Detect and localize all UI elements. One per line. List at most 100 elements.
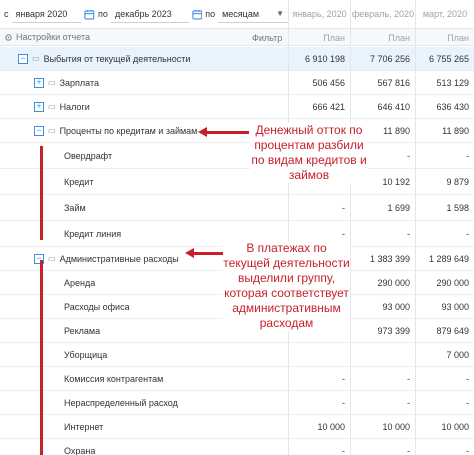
- column-divider: [350, 28, 351, 455]
- value-cell[interactable]: 646 410: [352, 95, 410, 118]
- value-cell[interactable]: 93 000: [352, 295, 410, 318]
- calendar-icon[interactable]: [191, 9, 203, 20]
- folder-icon: ▭: [48, 78, 56, 87]
- row-label: Кредит линия: [64, 228, 122, 239]
- report-settings-label: Настройки отчета: [16, 32, 90, 42]
- folder-icon: ▭: [48, 254, 56, 263]
- value-cell[interactable]: 10 000: [417, 415, 469, 438]
- value-cell[interactable]: 666 421: [290, 95, 345, 118]
- column-header-month-2: февраль, 2020: [350, 0, 415, 28]
- row-label: Зарплата: [59, 77, 99, 88]
- table-row[interactable]: Комиссия контрагентам - - -: [0, 367, 474, 391]
- value-cell[interactable]: 9 879: [417, 169, 469, 194]
- collapse-icon[interactable]: −: [34, 125, 44, 136]
- value-cell[interactable]: 290 000: [352, 271, 410, 294]
- to-month-select[interactable]: декабрь 2023: [110, 5, 189, 23]
- value-cell[interactable]: -: [352, 439, 410, 455]
- row-label: Расходы офиса: [64, 301, 130, 312]
- collapse-icon[interactable]: −: [18, 53, 28, 64]
- column-header-month-1: январь, 2020: [288, 0, 350, 28]
- expand-icon[interactable]: +: [34, 101, 44, 112]
- value-cell[interactable]: 1 383 399: [352, 247, 410, 270]
- calendar-icon[interactable]: [84, 9, 95, 20]
- row-label: Уборщица: [64, 349, 108, 360]
- table-row[interactable]: Охрана - - -: [0, 439, 474, 455]
- value-cell[interactable]: 6 910 198: [290, 47, 345, 70]
- row-label: Выбытия от текущей деятельности: [43, 53, 191, 64]
- from-month-select[interactable]: января 2020: [11, 5, 82, 23]
- column-divider: [415, 28, 416, 455]
- value-cell[interactable]: 6 755 265: [417, 47, 469, 70]
- filter-column-label[interactable]: Фильтр: [252, 33, 282, 43]
- row-name-cell: + ▭ Зарплата: [34, 71, 99, 94]
- value-cell[interactable]: 290 000: [417, 271, 469, 294]
- value-cell[interactable]: 973 399: [352, 319, 410, 342]
- value-cell[interactable]: [352, 343, 410, 366]
- row-name-cell: Комиссия контрагентам: [64, 367, 163, 390]
- column-month-label: март, 2020: [422, 9, 468, 19]
- value-cell[interactable]: 11 890: [417, 119, 469, 142]
- row-name-cell: Уборщица: [64, 343, 107, 366]
- column-month-label: февраль, 2020: [351, 9, 415, 19]
- value-cell[interactable]: 513 129: [417, 71, 469, 94]
- row-name-cell: Реклама: [64, 319, 100, 342]
- value-cell[interactable]: -: [352, 367, 410, 390]
- table-row[interactable]: Нераспределенный расход - - -: [0, 391, 474, 415]
- row-name-cell: − ▭ Административные расходы: [34, 247, 179, 270]
- value-cell[interactable]: 506 456: [290, 71, 345, 94]
- value-cell[interactable]: [290, 343, 345, 366]
- value-cell[interactable]: -: [417, 439, 469, 455]
- folder-icon: ▭: [48, 102, 56, 111]
- table-row[interactable]: Овердрафт---: [0, 143, 474, 169]
- value-cell[interactable]: 1 699: [352, 195, 410, 220]
- annotation-bracket-interest: [40, 146, 43, 240]
- row-name-cell: − ▭ Проценты по кредитам и займам: [34, 119, 197, 142]
- value-cell[interactable]: -: [352, 391, 410, 414]
- row-label: Аренда: [64, 277, 96, 288]
- table-row[interactable]: + ▭ Зарплата 506 456 567 816 513 129: [0, 71, 474, 95]
- row-label: Интернет: [64, 421, 104, 432]
- value-cell[interactable]: 7 000: [417, 343, 469, 366]
- folder-icon: ▭: [48, 126, 56, 135]
- value-cell[interactable]: 567 816: [352, 71, 410, 94]
- folder-icon: ▭: [32, 54, 40, 63]
- table-row[interactable]: − ▭ Выбытия от текущей деятельности 6 910 1…: [0, 47, 474, 71]
- granularity-select[interactable]: месяцам ▼: [218, 5, 289, 23]
- row-label: Реклама: [64, 325, 101, 336]
- value-cell[interactable]: -: [352, 221, 410, 246]
- arrow-left-icon: [185, 248, 194, 258]
- value-cell[interactable]: -: [417, 143, 469, 168]
- value-cell[interactable]: 10 000: [352, 415, 410, 438]
- value-cell[interactable]: 636 430: [417, 95, 469, 118]
- table-row[interactable]: + ▭ Налоги 666 421 646 410 636 430: [0, 95, 474, 119]
- value-cell[interactable]: -: [290, 439, 345, 455]
- plan-label: План: [388, 33, 410, 43]
- value-cell[interactable]: -: [290, 391, 345, 414]
- plan-label: План: [447, 33, 469, 43]
- value-cell[interactable]: -: [417, 391, 469, 414]
- row-name-cell: Охрана: [64, 439, 95, 455]
- chevron-down-icon: ▼: [276, 9, 285, 18]
- value-cell[interactable]: -: [290, 367, 345, 390]
- value-cell[interactable]: 1 598: [417, 195, 469, 220]
- value-cell[interactable]: 879 649: [417, 319, 469, 342]
- row-label: Овердрафт: [64, 150, 113, 161]
- table-row[interactable]: Кредит-10 1929 879: [0, 169, 474, 195]
- report-settings-button[interactable]: Настройки отчета: [4, 32, 90, 42]
- period-filter-bar: с января 2020 по декабрь 2023 по месяцам…: [0, 0, 289, 28]
- value-cell[interactable]: 93 000: [417, 295, 469, 318]
- value-cell[interactable]: -: [417, 221, 469, 246]
- row-name-cell: + ▭ Налоги: [34, 95, 90, 118]
- value-cell[interactable]: 10 000: [290, 415, 345, 438]
- value-cell[interactable]: -: [417, 367, 469, 390]
- table-row[interactable]: Уборщица 7 000: [0, 343, 474, 367]
- value-cell[interactable]: 7 706 256: [352, 47, 410, 70]
- table-row[interactable]: Интернет 10 000 10 000 10 000: [0, 415, 474, 439]
- annotation-bracket-admin: [40, 260, 43, 455]
- expand-icon[interactable]: +: [34, 77, 44, 88]
- annotation-arrow: [205, 131, 249, 134]
- value-cell[interactable]: -: [290, 195, 345, 220]
- row-label: Административные расходы: [59, 253, 179, 264]
- table-row[interactable]: Займ -1 699 1 598: [0, 195, 474, 221]
- value-cell[interactable]: 1 289 649: [417, 247, 469, 270]
